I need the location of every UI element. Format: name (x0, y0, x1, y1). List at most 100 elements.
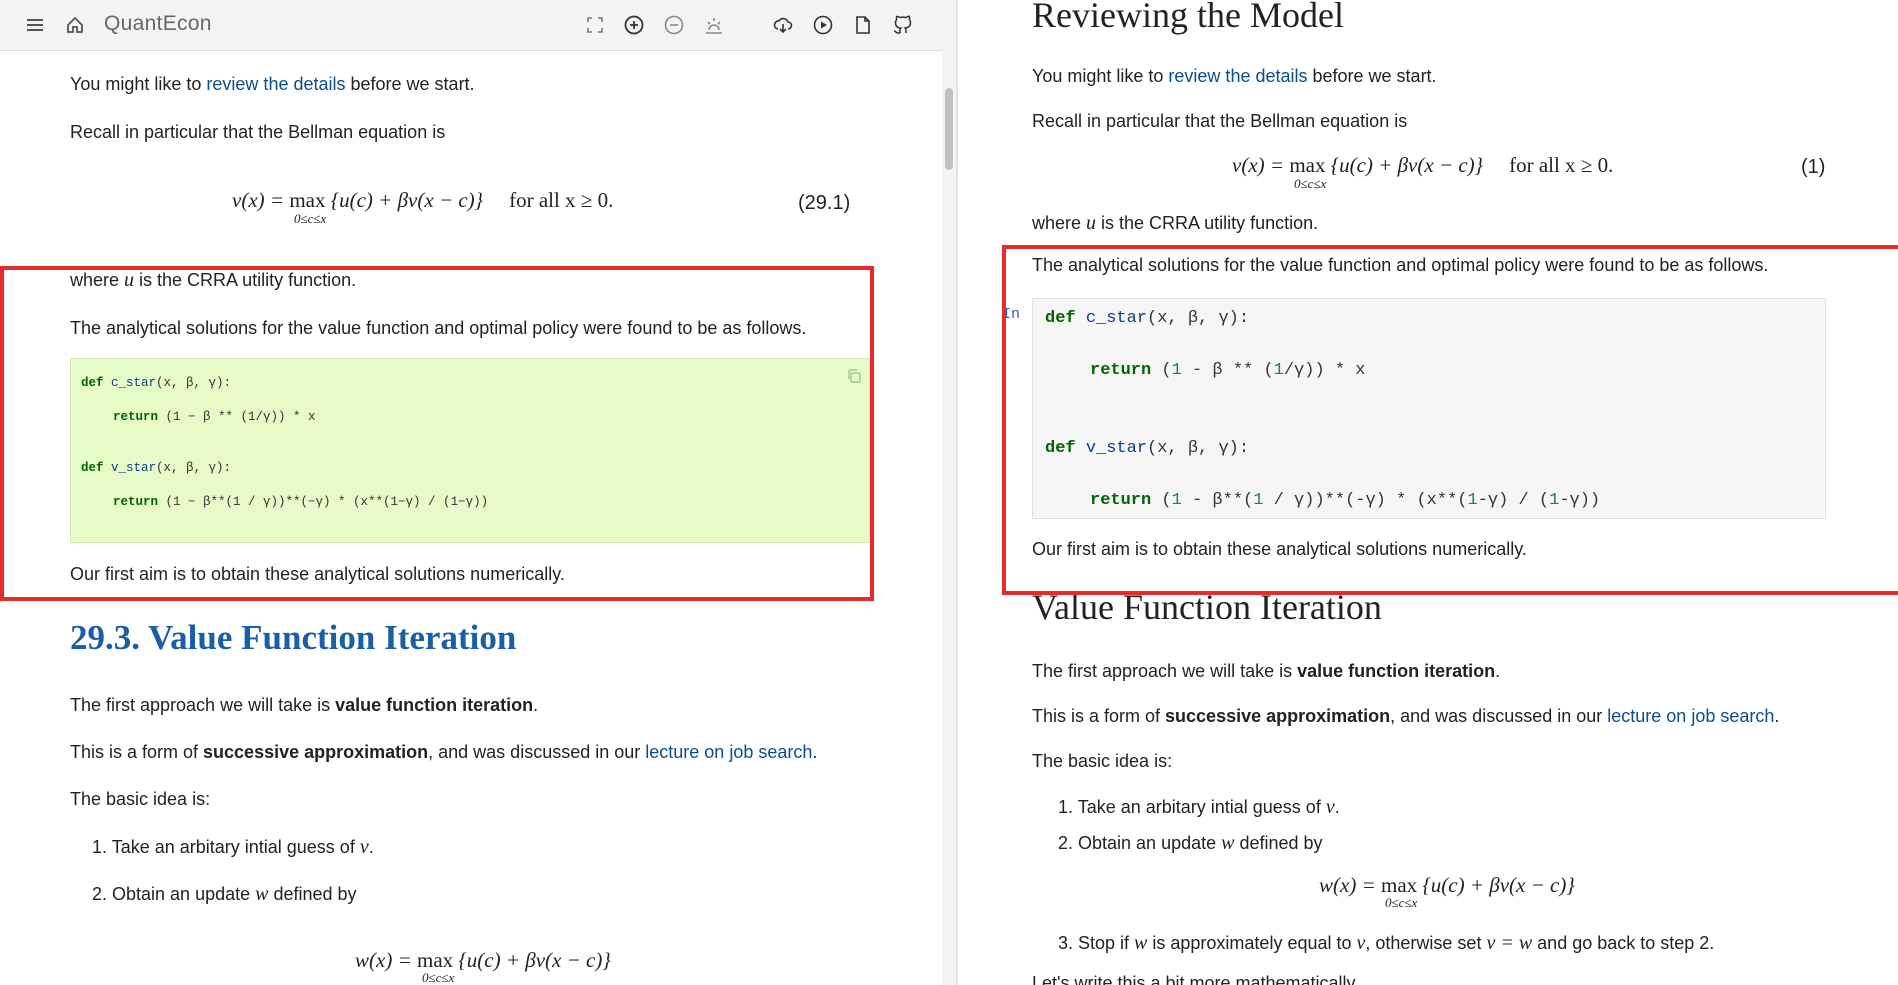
var-u: u (1086, 212, 1097, 234)
list-item-1: 1. Take an arbitary intial guess of v. (1058, 796, 1340, 819)
model-title: Reviewing the Model (1032, 0, 1344, 35)
eq-lhs: v(x) = (1232, 153, 1290, 177)
file-icon[interactable] (852, 14, 874, 36)
eq-subscript: 0≤c≤x (294, 211, 327, 226)
list-item-2: 2. Obtain an update w defined by (92, 883, 357, 906)
first-text: The first approach we will take is (1032, 661, 1298, 681)
brand-logo[interactable]: QuantEcon (104, 12, 212, 36)
eq-subscript: 0≤c≤x (1294, 176, 1327, 191)
var-v: v (359, 836, 369, 858)
eq2-body: {u(c) + βv(x − c)} (458, 948, 611, 972)
github-icon[interactable] (892, 14, 914, 36)
li1-text: 1. Take an arbitary intial guess of (92, 837, 360, 857)
li2-end: defined by (1234, 833, 1323, 853)
review-details-link[interactable]: review the details (206, 74, 345, 94)
eq-condition: for all x ≥ 0. (1509, 153, 1614, 177)
form-bold: successive approximation (1165, 706, 1391, 726)
highlight-box-right (1002, 245, 1898, 595)
cut-off-paragraph: Let's write this a bit more mathematical… (1032, 973, 1360, 985)
eq2-lhs: w(x) = (1319, 873, 1381, 897)
list-item-2: 2. Obtain an update w defined by (1058, 832, 1323, 855)
eq-condition: for all x ≥ 0. (509, 188, 614, 212)
form-mid: , and was discussed in our (428, 742, 646, 762)
li3-end: and go back to step 2. (1532, 933, 1715, 953)
li3-text: 3. Stop if (1058, 933, 1135, 953)
review-text-end: before we start. (1307, 66, 1437, 86)
job-search-link[interactable]: lecture on job search (1607, 706, 1774, 726)
equation-number: (1) (1801, 156, 1826, 178)
form-text: This is a form of (1032, 706, 1166, 726)
li1-end: . (1334, 797, 1340, 817)
where-text-end: is the CRRA utility function. (1096, 213, 1319, 233)
equation-number: (29.1) (798, 192, 851, 214)
review-paragraph: You might like to review the details bef… (70, 74, 475, 95)
top-toolbar: QuantEcon (0, 0, 942, 51)
var-w: w (1134, 932, 1148, 954)
zoom-in-icon[interactable] (623, 14, 645, 36)
update-equation: w(x) = max {u(c) + βv(x − c)} (355, 948, 611, 973)
eq-body: {u(c) + βv(x − c)} (330, 188, 484, 212)
zoom-out-icon[interactable] (663, 14, 685, 36)
basic-idea-paragraph: The basic idea is: (70, 789, 211, 809)
right-document-pane: Reviewing the Model You might like to re… (958, 0, 1898, 985)
var-w: w (1221, 832, 1235, 854)
play-icon[interactable] (812, 14, 834, 36)
recall-paragraph: Recall in particular that the Bellman eq… (1032, 111, 1408, 131)
first-approach-paragraph: The first approach we will take is value… (1032, 661, 1500, 682)
first-text: The first approach we will take is (70, 695, 336, 715)
eq-max: max (1289, 153, 1326, 177)
first-text-end: . (533, 695, 539, 715)
where-text: where (1032, 213, 1087, 233)
form-mid: , and was discussed in our (1390, 706, 1608, 726)
assign-expr: v = w (1486, 932, 1533, 954)
highlight-box-left (0, 266, 874, 601)
update-equation: w(x) = max {u(c) + βv(x − c)} (1319, 873, 1575, 898)
eq2-max: max (417, 948, 454, 972)
eq2-max: max (1381, 873, 1418, 897)
li2-text: 2. Obtain an update (92, 884, 256, 904)
var-v: v (1325, 796, 1335, 818)
form-paragraph: This is a form of successive approximati… (70, 742, 817, 763)
review-text: You might like to (1032, 66, 1169, 86)
eq2-subscript: 0≤c≤x (1385, 895, 1418, 910)
form-end: . (1774, 706, 1780, 726)
list-item-1: 1. Take an arbitary intial guess of v. (92, 836, 374, 859)
eq-body: {u(c) + βv(x − c)} (1330, 153, 1484, 177)
form-bold: successive approximation (203, 742, 429, 762)
form-end: . (812, 742, 818, 762)
review-details-link[interactable]: review the details (1168, 66, 1307, 86)
first-bold: value function iteration (335, 695, 534, 715)
recall-paragraph: Recall in particular that the Bellman eq… (70, 122, 446, 142)
theme-icon[interactable] (703, 14, 725, 36)
basic-idea-paragraph: The basic idea is: (1032, 751, 1173, 771)
form-text: This is a form of (70, 742, 204, 762)
where-paragraph: where u is the CRRA utility function. (1032, 212, 1318, 235)
li3-mid: is approximately equal to (1147, 933, 1357, 953)
var-w: w (255, 883, 269, 905)
first-text-end: . (1495, 661, 1501, 681)
home-icon[interactable] (64, 14, 86, 36)
fullscreen-icon[interactable] (584, 14, 606, 36)
eq2-subscript: 0≤c≤x (422, 970, 455, 985)
left-scrollbar-thumb[interactable] (945, 88, 953, 170)
li1-text: 1. Take an arbitary intial guess of (1058, 797, 1326, 817)
li2-end: defined by (268, 884, 357, 904)
li3-mid: , otherwise set (1365, 933, 1487, 953)
eq-max: max (289, 188, 326, 212)
list-item-3: 3. Stop if w is approximately equal to v… (1058, 932, 1714, 955)
bellman-equation: v(x) = max {u(c) + βv(x − c)} for all x ≥… (1232, 153, 1613, 178)
review-text: You might like to (70, 74, 207, 94)
job-search-link[interactable]: lecture on job search (645, 742, 812, 762)
eq-lhs: v(x) = (232, 188, 290, 212)
download-icon[interactable] (772, 14, 794, 36)
li1-end: . (368, 837, 374, 857)
first-approach-paragraph: The first approach we will take is value… (70, 695, 538, 716)
menu-icon[interactable] (24, 14, 46, 36)
eq2-lhs: w(x) = (355, 948, 417, 972)
form-paragraph: This is a form of successive approximati… (1032, 706, 1779, 727)
section-heading: 29.3. Value Function Iteration (70, 618, 517, 657)
li2-text: 2. Obtain an update (1058, 833, 1222, 853)
review-paragraph: You might like to review the details bef… (1032, 66, 1437, 87)
first-bold: value function iteration (1297, 661, 1496, 681)
left-document-pane: QuantEcon You might like to review the d… (0, 0, 956, 985)
